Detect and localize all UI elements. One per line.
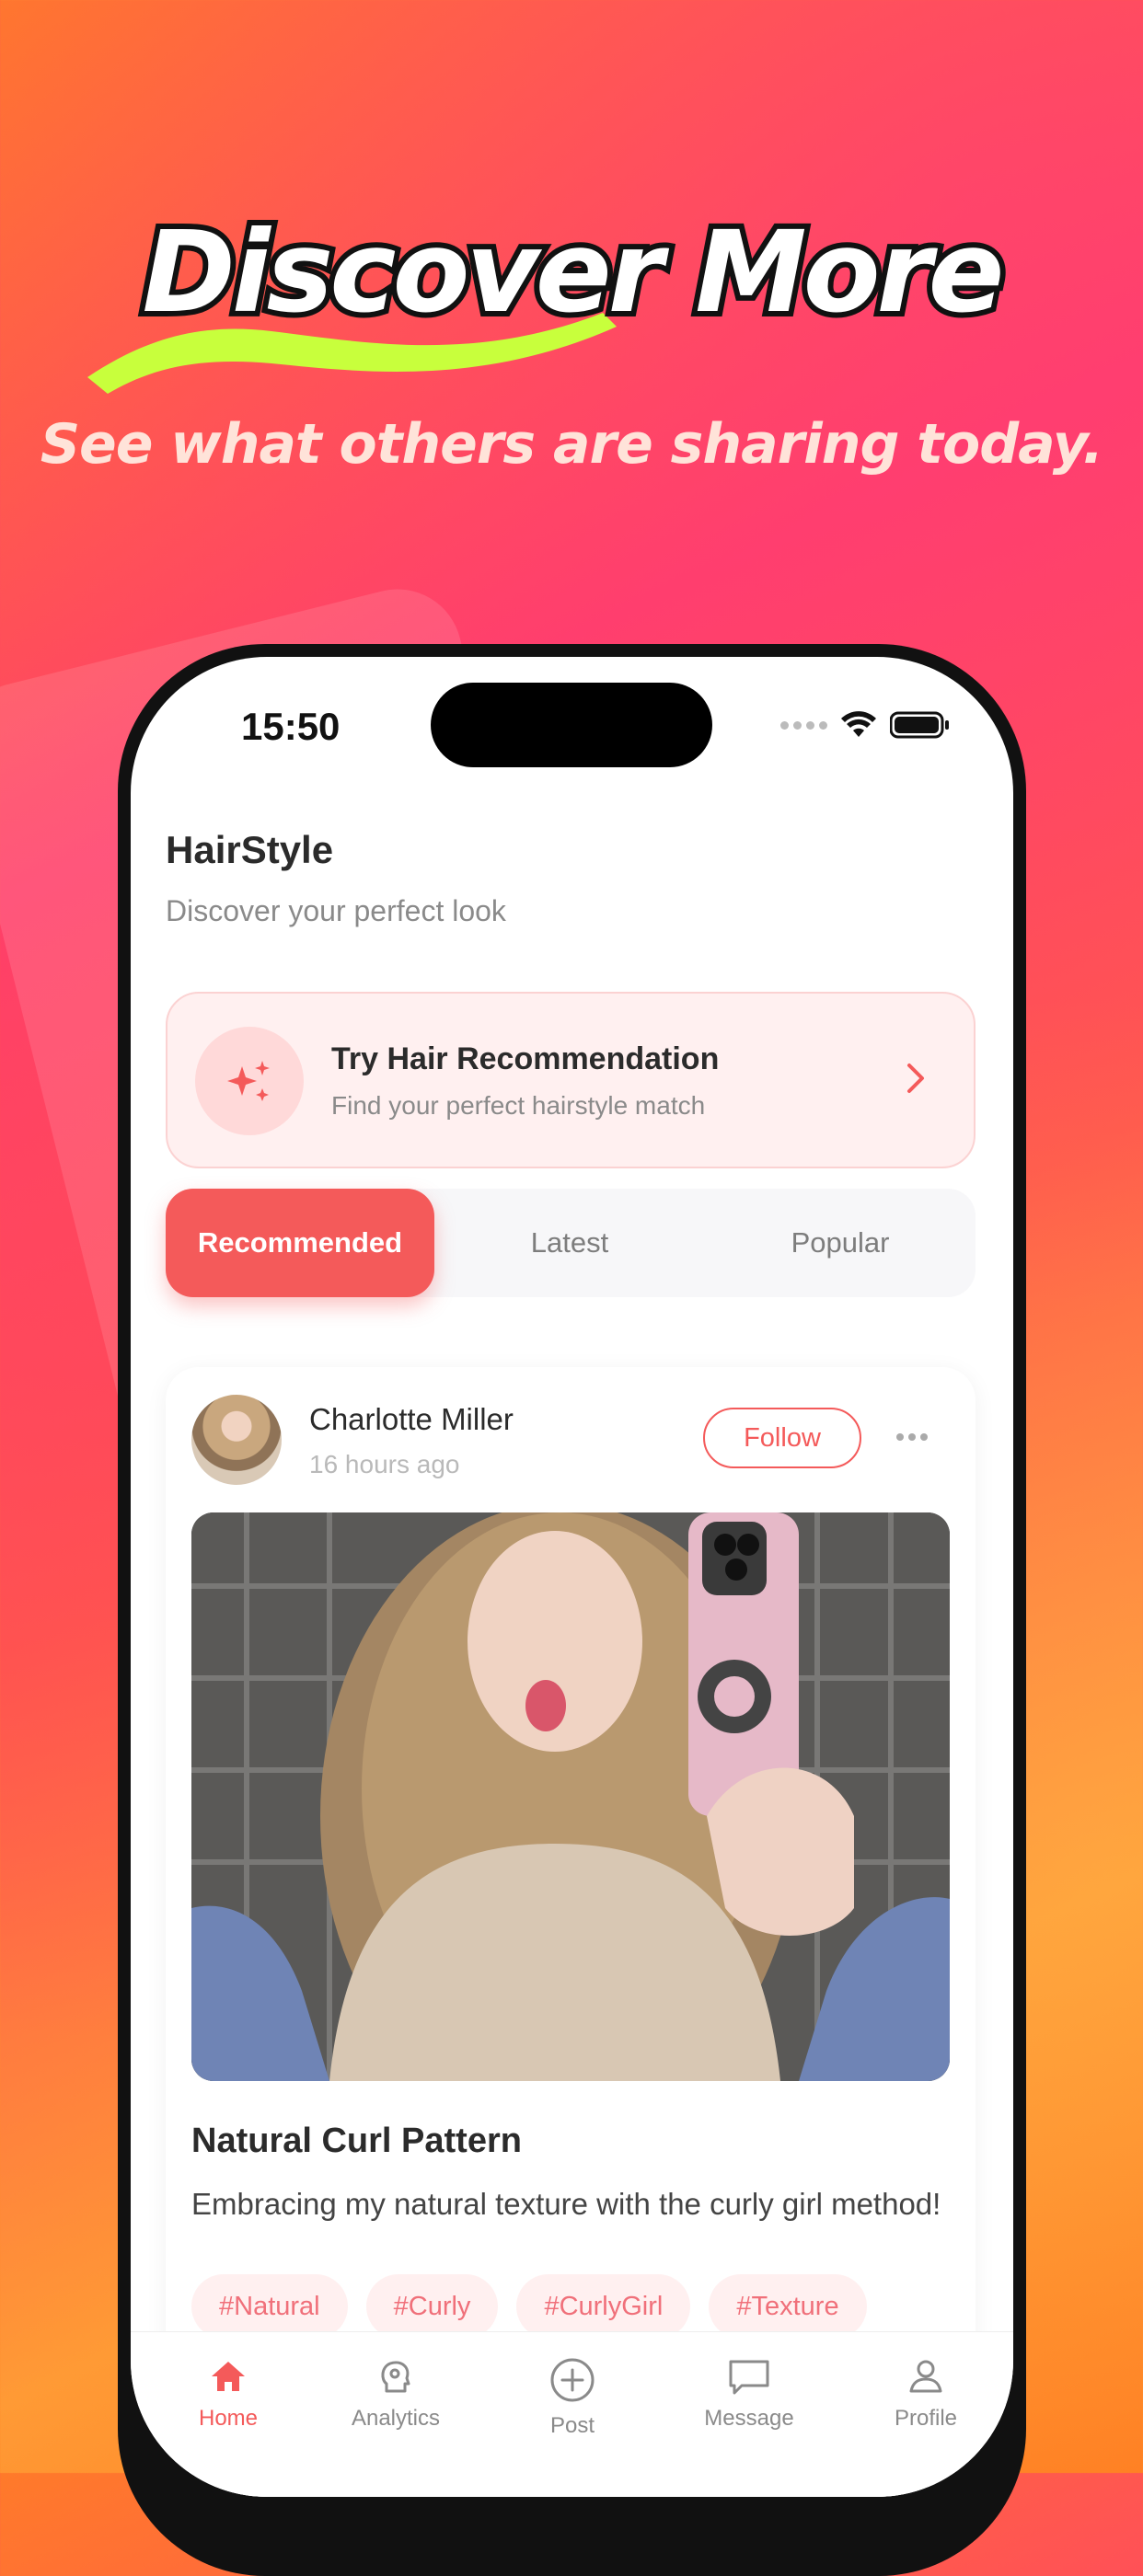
tabbar-post[interactable]: Post <box>508 2356 637 2439</box>
post-time: 16 hours ago <box>309 1450 460 1478</box>
phone-screen: 15:50 HairStyle Discover your perfect lo… <box>131 657 1013 2497</box>
tabbar-message[interactable]: Message <box>685 2356 814 2432</box>
tab-recommended[interactable]: Recommended <box>166 1189 434 1297</box>
wifi-icon <box>841 711 876 737</box>
bottom-tab-bar: Home Analytics Post Message Profile <box>131 2331 1013 2497</box>
more-options-icon[interactable] <box>896 1433 928 1441</box>
tabbar-label-analytics: Analytics <box>351 2406 441 2431</box>
tag-curly[interactable]: #Curly <box>365 2274 499 2339</box>
chevron-right-icon <box>907 1064 924 1093</box>
message-icon <box>729 2360 769 2395</box>
home-icon <box>212 2362 245 2391</box>
battery-icon <box>890 711 949 739</box>
post-title: Natural Curl Pattern <box>191 2122 522 2160</box>
analytics-icon <box>381 2361 410 2393</box>
tabbar-label-message: Message <box>704 2406 794 2431</box>
add-circle-icon <box>550 2358 595 2402</box>
tab-popular[interactable]: Popular <box>705 1189 976 1297</box>
feed-tabs: Recommended Latest Popular <box>166 1189 976 1297</box>
status-time: 15:50 <box>241 705 341 748</box>
post-author[interactable]: Charlotte Miller <box>309 1402 514 1437</box>
dynamic-island <box>431 683 712 767</box>
tag-texture[interactable]: #Texture <box>709 2274 867 2339</box>
recommendation-title: Try Hair Recommendation <box>331 1041 720 1076</box>
tag-natural[interactable]: #Natural <box>191 2274 348 2339</box>
promo-headline: Discover More <box>137 207 1010 338</box>
post-tags: #Natural #Curly #CurlyGirl #Texture <box>191 2274 867 2339</box>
tabbar-label-home: Home <box>198 2406 259 2431</box>
signal-icon <box>780 720 827 730</box>
tabbar-analytics[interactable]: Analytics <box>331 2356 460 2432</box>
avatar[interactable] <box>191 1395 282 1485</box>
post-card: Charlotte Miller 16 hours ago Follow Nat… <box>166 1367 976 2497</box>
promo-subheadline: See what others are sharing today. <box>40 412 1103 477</box>
tabbar-label-profile: Profile <box>894 2406 958 2431</box>
profile-icon <box>909 2360 942 2393</box>
tab-latest[interactable]: Latest <box>434 1189 705 1297</box>
tag-curlygirl[interactable]: #CurlyGirl <box>516 2274 691 2339</box>
tabbar-label-post: Post <box>549 2413 595 2438</box>
follow-button[interactable]: Follow <box>703 1408 861 1468</box>
hair-recommendation-card[interactable]: Try Hair Recommendation Find your perfec… <box>166 992 976 1168</box>
tabbar-profile[interactable]: Profile <box>861 2356 990 2432</box>
post-photo[interactable] <box>191 1512 950 2081</box>
tabbar-home[interactable]: Home <box>164 2356 293 2432</box>
sparkles-icon <box>195 1027 304 1135</box>
page-title: HairStyle <box>166 828 334 871</box>
page-subtitle: Discover your perfect look <box>166 894 506 927</box>
status-icons <box>780 710 951 740</box>
post-text: Embracing my natural texture with the cu… <box>191 2187 941 2221</box>
recommendation-subtitle: Find your perfect hairstyle match <box>331 1091 706 1120</box>
